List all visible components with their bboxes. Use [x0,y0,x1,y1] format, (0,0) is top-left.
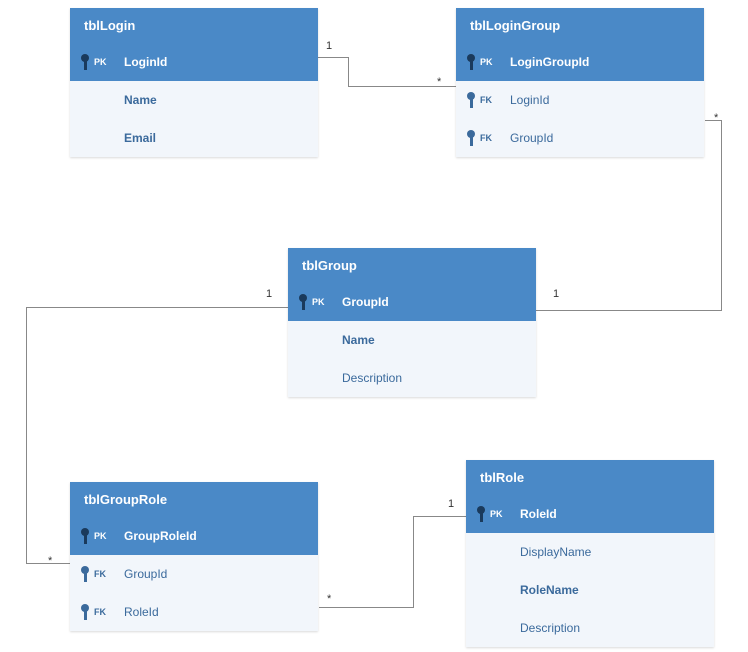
entity-title: tblGroupRole [70,482,318,517]
connector-line [721,120,722,310]
connector-line [26,307,27,564]
table-row: FK GroupId [456,119,704,157]
column-name: LoginId [510,93,549,107]
column-name: GroupId [342,295,389,309]
table-row: PK LoginId [70,43,318,81]
key-spacer [298,370,308,386]
cardinality-many: * [437,76,441,88]
table-row: Name [70,81,318,119]
key-icon [466,54,476,70]
table-row: PK GroupId [288,283,536,321]
cardinality-one: 1 [553,288,559,300]
key-icon [466,92,476,108]
connector-line [319,607,414,608]
cardinality-many: * [327,593,331,605]
key-icon [476,506,486,522]
key-type-label: FK [480,95,498,105]
entity-title: tblGroup [288,248,536,283]
column-name: RoleId [124,605,159,619]
connector-line [705,120,721,121]
column-name: LoginId [124,55,167,69]
column-name: Email [124,131,156,145]
entity-title: tblLogin [70,8,318,43]
column-name: Name [124,93,157,107]
entity-title: tblLoginGroup [456,8,704,43]
key-spacer [80,130,90,146]
connector-line [536,310,722,311]
table-row: FK LoginId [456,81,704,119]
column-name: GroupId [124,567,167,581]
key-spacer [476,544,486,560]
key-type-label: FK [480,133,498,143]
cardinality-many: * [48,555,52,567]
key-icon [80,54,90,70]
key-type-label: PK [94,531,112,541]
table-row: Name [288,321,536,359]
key-icon [80,566,90,582]
table-row: FK RoleId [70,593,318,631]
key-icon [466,130,476,146]
table-row: DisplayName [466,533,714,571]
key-spacer [80,92,90,108]
key-type-label: PK [312,297,330,307]
key-type-label: FK [94,569,112,579]
connector-line [413,516,414,608]
cardinality-many: * [714,112,718,124]
column-name: GroupId [510,131,553,145]
key-icon [80,604,90,620]
column-name: GroupRoleId [124,529,197,543]
key-icon [80,528,90,544]
table-row: PK LoginGroupId [456,43,704,81]
table-row: RoleName [466,571,714,609]
table-row: FK GroupId [70,555,318,593]
table-row: Description [466,609,714,647]
key-spacer [298,332,308,348]
connector-line [348,57,349,86]
column-name: Description [342,371,402,385]
key-spacer [476,620,486,636]
table-row: Description [288,359,536,397]
column-name: RoleName [520,583,579,597]
connector-line [26,307,288,308]
column-name: RoleId [520,507,557,521]
column-name: Description [520,621,580,635]
key-type-label: PK [94,57,112,67]
column-name: Name [342,333,375,347]
key-spacer [476,582,486,598]
column-name: DisplayName [520,545,591,559]
cardinality-one: 1 [326,40,332,52]
key-type-label: FK [94,607,112,617]
key-type-label: PK [480,57,498,67]
table-row: Email [70,119,318,157]
column-name: LoginGroupId [510,55,589,69]
connector-line [413,516,466,517]
entity-tbllogin[interactable]: tblLogin PK LoginId Name Email [70,8,318,157]
connector-line [318,57,348,58]
entity-tblrole[interactable]: tblRole PK RoleId DisplayName RoleName D… [466,460,714,647]
cardinality-one: 1 [448,498,454,510]
cardinality-one: 1 [266,288,272,300]
table-row: PK RoleId [466,495,714,533]
table-row: PK GroupRoleId [70,517,318,555]
key-icon [298,294,308,310]
entity-tblgroup[interactable]: tblGroup PK GroupId Name Description [288,248,536,397]
entity-title: tblRole [466,460,714,495]
entity-tblgrouprole[interactable]: tblGroupRole PK GroupRoleId FK GroupId F… [70,482,318,631]
key-type-label: PK [490,509,508,519]
entity-tbllogingroup[interactable]: tblLoginGroup PK LoginGroupId FK LoginId… [456,8,704,157]
